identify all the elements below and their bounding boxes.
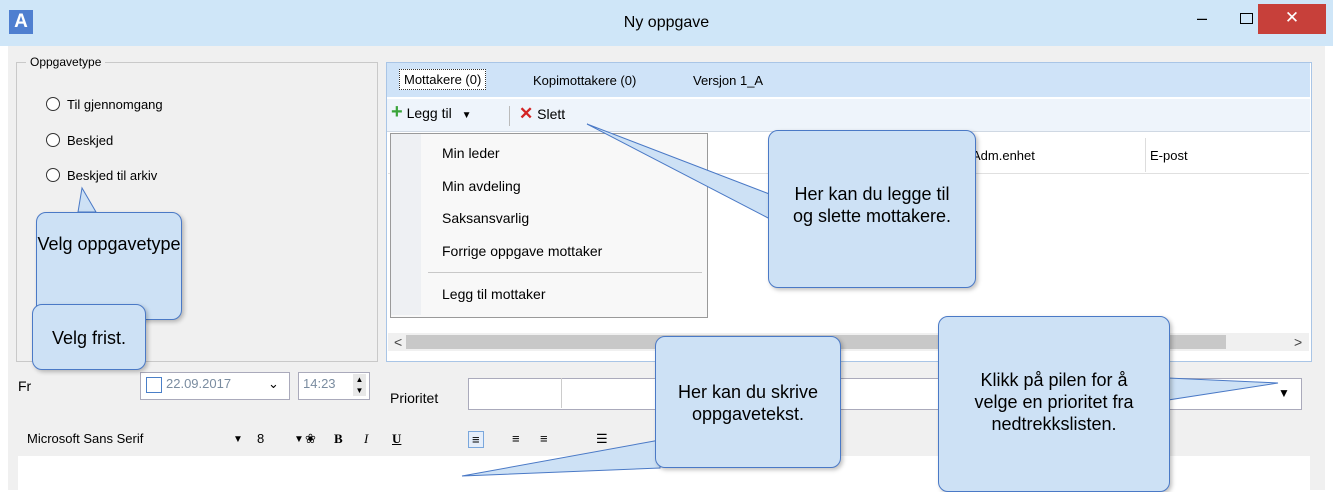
tail-prioritet (1167, 377, 1279, 401)
tail-velg-type (77, 186, 97, 213)
callout-velg-frist: Velg frist. (32, 304, 146, 370)
tail-mottakere (586, 123, 773, 221)
callout-mottakere: Her kan du legge til og slette mottakere… (768, 130, 976, 288)
callout-prioritet: Klikk på pilen for å velge en prioritet … (938, 316, 1170, 492)
callout-oppgavetekst: Her kan du skrive oppgavetekst. (655, 336, 841, 468)
tail-tekst (461, 439, 661, 477)
